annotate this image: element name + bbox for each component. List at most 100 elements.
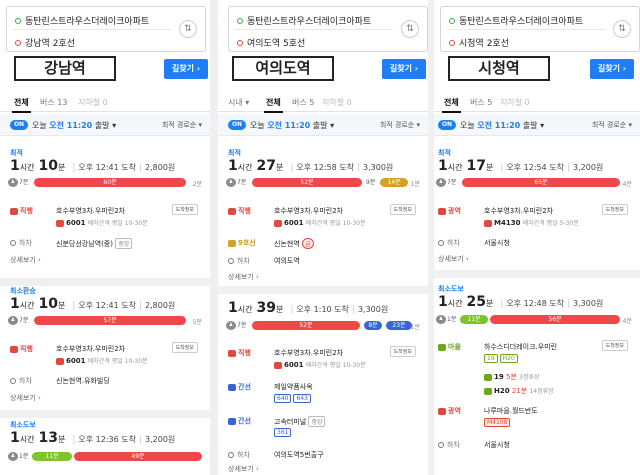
arrival-info-button[interactable]: 도착정보 <box>171 342 198 353</box>
route-step: 간선 고속터미널 중앙 361 <box>228 416 420 442</box>
origin-field[interactable]: 동탄린스트라우스더레이크아파트 <box>15 14 149 27</box>
arrival-info-button[interactable]: 도착정보 <box>601 204 628 215</box>
route-step: 직행 호수부영3차.우미린2차 도착정보 6001 배차간격 평일 10-30분 <box>10 204 202 232</box>
sort-select[interactable]: 최적 경로순 ▾ <box>380 120 420 130</box>
swap-icon[interactable]: ⇅ <box>613 20 631 38</box>
destination-field[interactable]: 여의도역 5호선 <box>237 36 305 49</box>
origin-field[interactable]: 동탄린스트라우스더레이크아파트 <box>449 14 583 27</box>
arrival-info-button[interactable]: 도착정보 <box>389 204 416 215</box>
stop-name: 하수스디더레이크.우미린 <box>484 343 558 351</box>
destination-field[interactable]: 시청역 2호선 <box>449 36 509 49</box>
route-panel-gangnam: 동탄린스트라우스더레이크아파트 강남역 2호선 ⇅ 강남역 길찾기 › 전체 버… <box>0 0 210 475</box>
on-toggle[interactable]: ON <box>438 120 456 130</box>
tab-bus[interactable]: 버스 5 <box>470 97 492 108</box>
sort-select[interactable]: 최적 경로순 ▾ <box>592 120 632 130</box>
stop-name: 호수부영3차.우미린2차 <box>56 345 126 353</box>
route-search-box[interactable]: 동탄린스트라우스더레이크아파트 시청역 2호선 ⇅ <box>440 6 640 52</box>
detail-link[interactable]: 상세보기 › <box>228 464 259 474</box>
bus-icon <box>228 207 236 215</box>
destination-field[interactable]: 강남역 2호선 <box>15 36 75 49</box>
find-route-button[interactable]: 길찾기 › <box>590 59 634 79</box>
bus-segment: 56분 <box>490 315 620 324</box>
route-step: 광역 나루마을.월드반도 M4108 <box>438 406 632 432</box>
step-mode: 직행 <box>228 348 251 358</box>
stop-name: 고속터미널 중앙 <box>274 416 327 427</box>
bus-icon <box>484 219 492 227</box>
stop-name: 신분당선강남역(중) 중앙 <box>56 238 134 249</box>
filter-tabs: 전체 버스 5 지하철 0 <box>434 92 640 113</box>
tab-bus[interactable]: 버스 5 <box>292 97 314 108</box>
tab-subway[interactable]: 지하철 0 <box>500 97 530 108</box>
swap-icon[interactable]: ⇅ <box>401 20 419 38</box>
alight-icon <box>438 442 444 448</box>
tab-all[interactable]: 전체 <box>442 97 461 113</box>
route-segment-bar: ♟ 7분 65분 4분 <box>436 178 632 188</box>
route-card[interactable]: 최적 1시간 27분 | 오후 12:58 도착 | 3,300원 ♟ 7분 52분 9분… <box>218 140 428 286</box>
alight-icon <box>438 240 444 246</box>
walk-segment: 7분 <box>237 322 247 329</box>
step-mode: 직행 <box>10 206 33 216</box>
route-duration: 1시간 25분 | 오후 12:48 도착 | 3,300원 <box>438 294 604 310</box>
find-route-button[interactable]: 길찾기 › <box>164 59 208 79</box>
tab-subway[interactable]: 지하철 0 <box>322 97 352 108</box>
bus-icon <box>274 361 282 369</box>
route-duration: 1시간 10분 | 오후 12:41 도착 | 2,800원 <box>10 158 176 174</box>
detail-link[interactable]: 상세보기 › <box>10 255 41 265</box>
route-step: 마을 하수스디더레이크.우미린 도착정보 19 H20 19 5분 3정류장 H2… <box>438 340 632 402</box>
tab-all[interactable]: 전체 <box>264 97 283 113</box>
detail-link[interactable]: 상세보기 › <box>10 393 41 403</box>
tab-subway[interactable]: 지하철 0 <box>78 97 108 108</box>
sort-select[interactable]: 최적 경로순 ▾ <box>162 120 202 130</box>
arrival-info-button[interactable]: 도착정보 <box>601 340 628 351</box>
destination-dot-icon <box>449 39 455 46</box>
departure-row: ON 오늘 오전 11:20 출발 ▾ 최적 경로순 ▾ <box>434 114 640 136</box>
subway-segment: 14분 <box>380 178 408 187</box>
bus-tags: 361 <box>274 428 293 437</box>
route-card[interactable]: 1시간 39분 | 오후 1:10 도착 | 3,300원 ♟ 7분 52분 8분 23분… <box>218 294 428 475</box>
departure-time[interactable]: 오늘 오전 11:20 출발 ▾ <box>32 120 116 131</box>
walk-icon: ♟ <box>8 178 18 187</box>
tab-city[interactable]: 시내 ▾ <box>228 97 249 108</box>
step-mode: 하차 <box>10 376 32 386</box>
on-toggle[interactable]: ON <box>10 120 28 130</box>
origin-field[interactable]: 동탄린스트라우스더레이크아파트 <box>237 14 371 27</box>
walk-end: 1분 <box>410 181 420 188</box>
route-card[interactable]: 최소도보 1시간 25분 | 오후 12:48 도착 | 3,300원 ♟ 1분 11분 … <box>434 278 640 475</box>
on-toggle[interactable]: ON <box>228 120 246 130</box>
walk-segment: 7분 <box>19 179 29 186</box>
stop-name: 호수부영3차.우미린2차 <box>274 207 344 215</box>
route-card[interactable]: 최소환승 1시간 10분 | 오후 12:41 도착 | 2,800원 ♟ 7분 57분 … <box>0 286 210 410</box>
route-search-box[interactable]: 동탄린스트라우스더레이크아파트 여의도역 5호선 ⇅ <box>228 6 428 52</box>
route-duration: 1시간 10분 | 오후 12:41 도착 | 2,800원 <box>10 296 176 312</box>
bus-arrival: H20 21분 14정류장 <box>484 386 554 396</box>
stop-name: 서울시청 <box>484 441 510 449</box>
detail-link[interactable]: 상세보기 › <box>438 254 469 264</box>
tab-bus[interactable]: 버스 13 <box>40 97 67 108</box>
step-mode: 하차 <box>228 256 250 266</box>
walk-end: 1분 <box>410 324 420 331</box>
step-mode: 광역 <box>438 406 461 416</box>
departure-time[interactable]: 오늘 오전 11:20 출발 ▾ <box>250 120 334 131</box>
bus-tags: 640 643 <box>274 394 313 403</box>
bus-segment: 57분 <box>34 316 186 325</box>
arrival-info-button[interactable]: 도착정보 <box>171 204 198 215</box>
step-mode: 광역 <box>438 206 461 216</box>
walk-icon: ♟ <box>436 178 446 187</box>
walk-segment: 7분 <box>447 179 457 186</box>
route-card[interactable]: 최적 1시간 17분 | 오후 12:54 도착 | 3,200원 ♟ 7분 65분 4분… <box>434 140 640 270</box>
detail-link[interactable]: 상세보기 › <box>228 272 259 282</box>
arrival-info-button[interactable]: 도착정보 <box>389 346 416 357</box>
route-card[interactable]: 최소도보 1시간 13분 | 오후 12:36 도착 | 3,200원 ♟ 1분 11분 … <box>0 418 210 475</box>
origin-dot-icon <box>15 17 21 24</box>
tab-all[interactable]: 전체 <box>12 97 31 113</box>
step-mode: 직행 <box>228 206 251 216</box>
departure-time[interactable]: 오늘 오전 11:20 출발 ▾ <box>460 120 544 131</box>
route-search-box[interactable]: 동탄린스트라우스더레이크아파트 강남역 2호선 ⇅ <box>6 6 206 52</box>
origin-dot-icon <box>237 17 243 24</box>
swap-icon[interactable]: ⇅ <box>179 20 197 38</box>
route-card[interactable]: 최적 1시간 10분 | 오후 12:41 도착 | 2,800원 ♟ 7분 60분 2분… <box>0 140 210 278</box>
bus-icon <box>228 417 236 425</box>
route-type: 최적 <box>10 149 23 157</box>
find-route-button[interactable]: 길찾기 › <box>382 59 426 79</box>
bus-line: 6001 배차간격 평일 10-30분 <box>56 356 148 365</box>
